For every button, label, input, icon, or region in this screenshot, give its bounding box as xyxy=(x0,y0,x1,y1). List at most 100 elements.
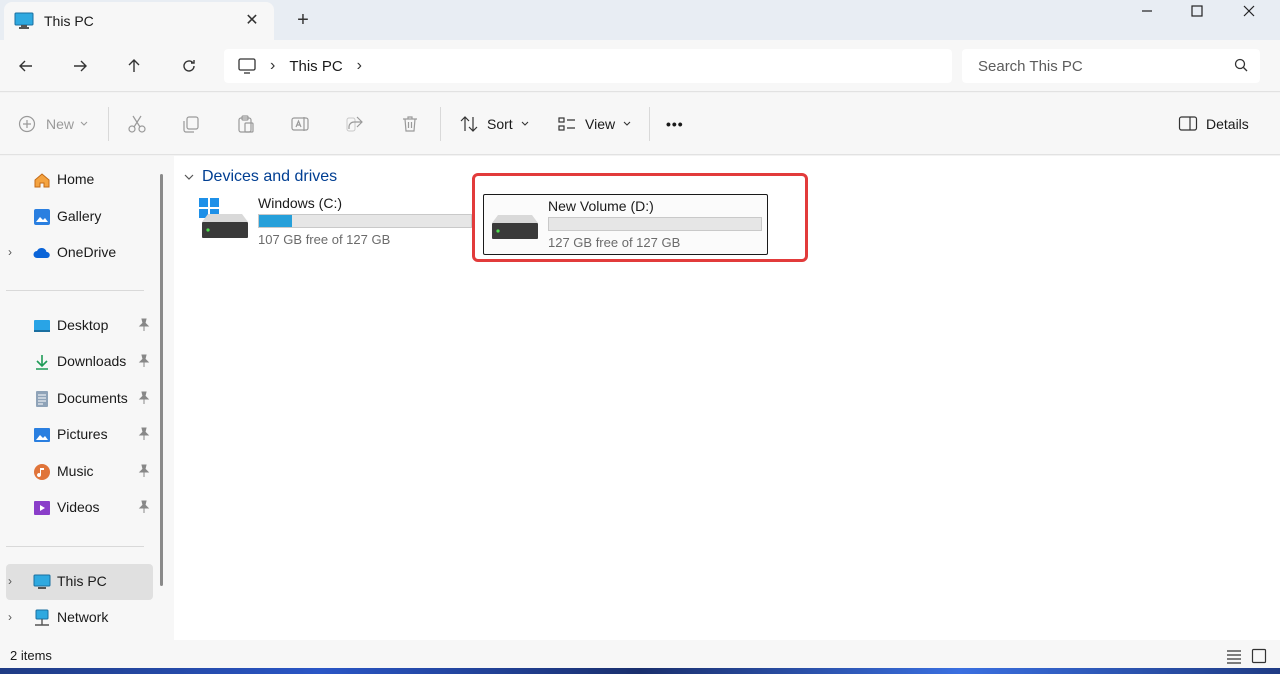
section-header-devices[interactable]: Devices and drives xyxy=(184,168,337,186)
sidebar-item-label: Pictures xyxy=(57,426,108,442)
address-bar[interactable]: › This PC › xyxy=(224,49,952,83)
chevron-right-icon[interactable]: › xyxy=(270,57,275,75)
new-button[interactable]: New xyxy=(18,111,88,137)
tiles-view-icon[interactable] xyxy=(1251,648,1267,664)
drive-usage-fill xyxy=(259,215,293,227)
share-button[interactable] xyxy=(345,111,365,137)
sidebar-item-pictures[interactable]: Pictures xyxy=(0,417,160,453)
tab-title: This PC xyxy=(44,13,94,29)
new-tab-button[interactable]: + xyxy=(292,9,314,31)
more-options-button[interactable]: ••• xyxy=(666,111,684,137)
sidebar-item-label: Downloads xyxy=(57,353,127,369)
item-count: 2 items xyxy=(10,648,52,663)
network-icon xyxy=(35,609,49,626)
pin-icon[interactable] xyxy=(138,391,150,405)
arrow-right-icon xyxy=(74,60,87,72)
search-placeholder: Search This PC xyxy=(978,57,1083,75)
trash-icon xyxy=(403,116,417,132)
forward-button[interactable] xyxy=(66,53,94,79)
taskbar-edge xyxy=(0,668,1280,674)
minimize-button[interactable] xyxy=(1122,0,1172,22)
maximize-icon xyxy=(1191,5,1203,17)
download-icon xyxy=(36,355,48,370)
drive-name: Windows (C:) xyxy=(258,195,343,211)
maximize-button[interactable] xyxy=(1172,0,1222,22)
sidebar-item-label: OneDrive xyxy=(57,244,117,260)
refresh-button[interactable] xyxy=(175,53,203,79)
toolbar-divider xyxy=(649,107,650,141)
drive-free-space: 127 GB free of 127 GB xyxy=(548,235,681,250)
sidebar-item-home[interactable]: Home xyxy=(0,162,160,198)
monitor-outline-icon xyxy=(238,58,256,74)
sort-button[interactable]: Sort xyxy=(459,111,529,137)
sidebar-item-network[interactable]: › Network xyxy=(0,600,160,636)
details-view-icon[interactable] xyxy=(1226,648,1242,664)
copy-button[interactable] xyxy=(181,111,201,137)
details-label: Details xyxy=(1206,116,1249,132)
chevron-down-icon xyxy=(184,174,194,180)
details-button[interactable]: Details xyxy=(1178,111,1249,137)
drive-name: New Volume (D:) xyxy=(548,198,654,214)
close-window-button[interactable] xyxy=(1224,0,1274,22)
up-button[interactable] xyxy=(120,53,148,79)
sidebar-item-documents[interactable]: Documents xyxy=(0,381,160,417)
pin-icon[interactable] xyxy=(138,427,150,441)
chevron-right-icon[interactable]: › xyxy=(357,57,362,75)
view-label: View xyxy=(585,116,616,132)
sidebar-item-downloads[interactable]: Downloads xyxy=(0,344,160,380)
chevron-down-icon xyxy=(521,121,529,126)
view-button[interactable]: View xyxy=(557,111,631,137)
sidebar-scrollbar[interactable] xyxy=(160,174,163,586)
pin-icon[interactable] xyxy=(138,500,150,514)
sidebar-item-music[interactable]: Music xyxy=(0,454,160,490)
drive-d[interactable]: New Volume (D:) 127 GB free of 127 GB xyxy=(483,194,768,255)
pin-icon[interactable] xyxy=(138,318,150,332)
chevron-down-icon xyxy=(80,121,88,126)
chevron-right-icon[interactable]: › xyxy=(8,610,12,624)
drive-c[interactable]: Windows (C:) 107 GB free of 127 GB xyxy=(194,192,476,252)
sidebar-item-label: This PC xyxy=(57,573,107,589)
close-tab-icon[interactable]: ✕ xyxy=(242,10,262,30)
minimize-icon xyxy=(1142,10,1152,12)
sidebar-item-label: Music xyxy=(57,463,94,479)
pin-icon[interactable] xyxy=(138,464,150,478)
sidebar-item-label: Gallery xyxy=(57,208,102,224)
gallery-icon xyxy=(34,209,50,225)
chevron-right-icon[interactable]: › xyxy=(8,574,12,588)
tab-this-pc[interactable]: This PC ✕ xyxy=(4,2,274,40)
back-button[interactable] xyxy=(12,53,40,79)
view-list-icon xyxy=(558,117,575,131)
monitor-icon xyxy=(33,574,51,589)
arrow-left-icon xyxy=(19,60,32,72)
rename-button[interactable] xyxy=(290,111,310,137)
search-input[interactable]: Search This PC xyxy=(962,49,1260,83)
sidebar-item-this-pc[interactable]: › This PC xyxy=(6,564,153,600)
sidebar-item-label: Documents xyxy=(57,390,128,406)
document-icon xyxy=(36,391,48,407)
chevron-right-icon[interactable]: › xyxy=(8,245,12,259)
drive-free-space: 107 GB free of 127 GB xyxy=(258,232,391,247)
refresh-icon xyxy=(183,60,195,72)
chevron-down-icon xyxy=(623,121,631,126)
plus-circle-icon xyxy=(18,115,36,133)
close-icon xyxy=(1243,5,1255,17)
sidebar-item-gallery[interactable]: Gallery xyxy=(0,199,160,235)
section-title: Devices and drives xyxy=(202,168,338,185)
pin-icon[interactable] xyxy=(138,354,150,368)
delete-button[interactable] xyxy=(400,111,420,137)
music-icon xyxy=(34,464,50,480)
paste-button[interactable] xyxy=(236,111,256,137)
details-pane-icon xyxy=(1178,116,1198,131)
drive-usage-bar xyxy=(258,214,472,228)
cut-button[interactable] xyxy=(127,111,147,137)
sidebar-item-videos[interactable]: Videos xyxy=(0,490,160,526)
breadcrumb-this-pc[interactable]: This PC xyxy=(289,58,342,75)
sort-icon xyxy=(460,116,478,132)
navigation-pane: Home Gallery › OneDrive Desktop Download… xyxy=(0,156,174,640)
desktop-folder-icon xyxy=(34,320,50,332)
content-pane: Devices and drives Windows (C:) 107 GB f… xyxy=(174,156,1280,640)
rename-icon xyxy=(291,117,309,131)
sidebar-item-onedrive[interactable]: › OneDrive xyxy=(0,235,160,271)
sidebar-item-desktop[interactable]: Desktop xyxy=(0,308,160,344)
arrow-up-icon xyxy=(128,59,140,72)
